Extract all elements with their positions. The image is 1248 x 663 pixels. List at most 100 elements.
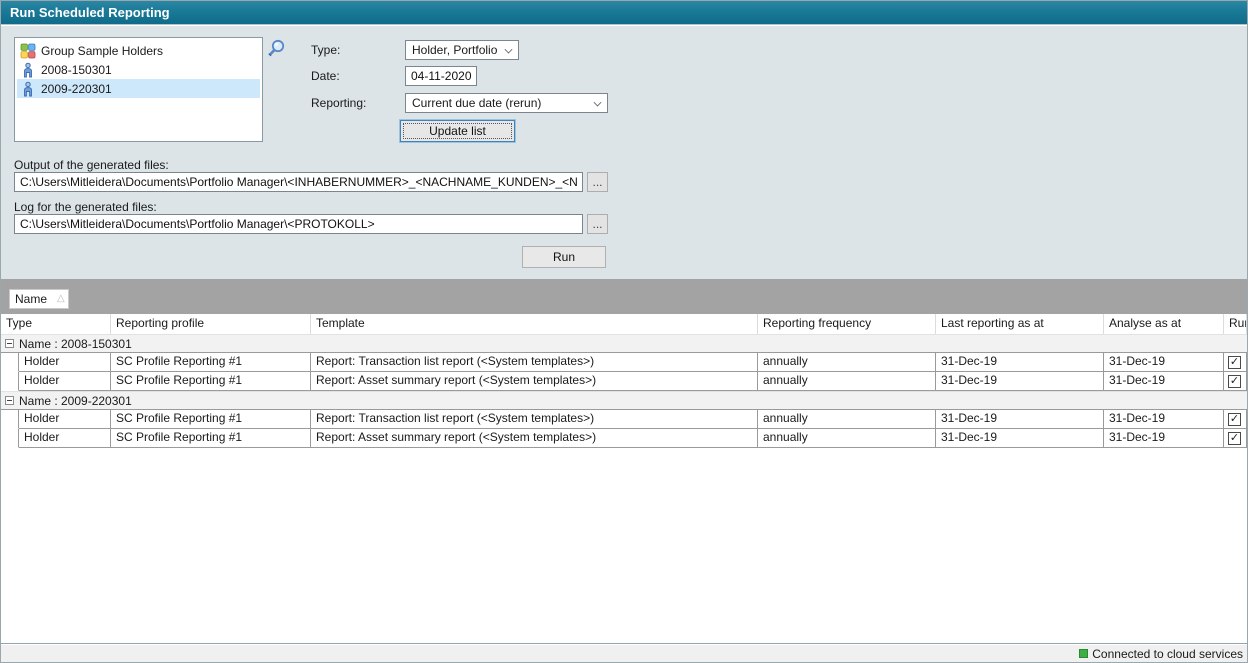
cell-reporting-profile: SC Profile Reporting #1 bbox=[111, 429, 311, 448]
column-header-run-checked[interactable]: Run bbox=[1224, 314, 1247, 334]
group-indent bbox=[1, 429, 19, 448]
column-header-last-reporting-as-at[interactable]: Last reporting as at bbox=[936, 314, 1104, 334]
cell-reporting-frequency: annually bbox=[758, 353, 936, 372]
update-list-button[interactable]: Update list bbox=[400, 120, 515, 142]
output-files-label: Output of the generated files: bbox=[14, 158, 169, 172]
chevron-down-icon bbox=[504, 46, 512, 54]
log-browse-button[interactable]: ... bbox=[587, 214, 608, 234]
cell-reporting-profile: SC Profile Reporting #1 bbox=[111, 410, 311, 429]
group-indent bbox=[1, 353, 19, 372]
reporting-label: Reporting: bbox=[311, 93, 366, 113]
table-row: HolderSC Profile Reporting #1Report: Ass… bbox=[1, 429, 1247, 448]
run-checkbox[interactable]: ✓ bbox=[1228, 432, 1241, 445]
cell-reporting-frequency: annually bbox=[758, 429, 936, 448]
type-select[interactable]: Holder, Portfolio bbox=[405, 40, 519, 60]
group-icon bbox=[20, 43, 36, 59]
person-icon bbox=[20, 81, 36, 97]
cell-last-reporting-as-at: 31-Dec-19 bbox=[936, 429, 1104, 448]
log-files-label: Log for the generated files: bbox=[14, 200, 157, 214]
cell-last-reporting-as-at: 31-Dec-19 bbox=[936, 372, 1104, 391]
type-select-value: Holder, Portfolio bbox=[412, 43, 500, 57]
status-text: Connected to cloud services bbox=[1092, 647, 1243, 661]
group-row[interactable]: Name : 2009-220301 bbox=[1, 391, 1247, 410]
run-checkbox[interactable]: ✓ bbox=[1228, 375, 1241, 388]
column-header-template[interactable]: Template bbox=[311, 314, 758, 334]
cell-template: Report: Asset summary report (<System te… bbox=[311, 372, 758, 391]
parameters-panel: Group Sample Holders 2008-150301 2009-2203… bbox=[1, 26, 1247, 279]
cell-reporting-profile: SC Profile Reporting #1 bbox=[111, 353, 311, 372]
output-browse-button[interactable]: ... bbox=[587, 172, 608, 192]
title-bar: Run Scheduled Reporting bbox=[1, 1, 1247, 25]
person-icon bbox=[20, 62, 36, 78]
table-row: HolderSC Profile Reporting #1Report: Ass… bbox=[1, 372, 1247, 391]
table-header-row: TypeReporting profileTemplateReporting f… bbox=[1, 314, 1247, 334]
output-path-input[interactable] bbox=[14, 172, 583, 192]
sort-ascending-icon: △ bbox=[57, 294, 65, 304]
schedule-table: TypeReporting profileTemplateReporting f… bbox=[1, 314, 1247, 644]
run-checkbox[interactable]: ✓ bbox=[1228, 356, 1241, 369]
cell-analyse-as-at: 31-Dec-19 bbox=[1104, 429, 1224, 448]
group-indent bbox=[1, 410, 19, 429]
group-row-label: Name : 2008-150301 bbox=[19, 337, 132, 351]
status-bar: Connected to cloud services bbox=[1, 645, 1247, 662]
holder-tree-list[interactable]: Group Sample Holders 2008-150301 2009-2203… bbox=[14, 37, 263, 142]
table-row: HolderSC Profile Reporting #1Report: Tra… bbox=[1, 353, 1247, 372]
cell-last-reporting-as-at: 31-Dec-19 bbox=[936, 410, 1104, 429]
cell-template: Report: Asset summary report (<System te… bbox=[311, 429, 758, 448]
column-header-analyse-as-at[interactable]: Analyse as at bbox=[1104, 314, 1224, 334]
date-label: Date: bbox=[311, 66, 340, 86]
cell-analyse-as-at: 31-Dec-19 bbox=[1104, 353, 1224, 372]
tree-item-label: 2009-220301 bbox=[41, 82, 112, 96]
cell-run-checked: ✓ bbox=[1224, 429, 1247, 448]
cell-run-checked: ✓ bbox=[1224, 353, 1247, 372]
column-header-type[interactable]: Type bbox=[1, 314, 111, 334]
chevron-down-icon bbox=[593, 99, 601, 107]
cell-run-checked: ✓ bbox=[1224, 372, 1247, 391]
cell-template: Report: Transaction list report (<System… bbox=[311, 410, 758, 429]
collapse-icon[interactable] bbox=[5, 339, 14, 348]
cell-analyse-as-at: 31-Dec-19 bbox=[1104, 372, 1224, 391]
log-path-input[interactable] bbox=[14, 214, 583, 234]
group-chip-label: Name bbox=[15, 292, 47, 306]
group-row-label: Name : 2009-220301 bbox=[19, 394, 132, 408]
group-icon bbox=[20, 43, 36, 59]
tree-item[interactable]: Group Sample Holders bbox=[17, 41, 260, 60]
date-input[interactable] bbox=[405, 66, 477, 86]
window-title: Run Scheduled Reporting bbox=[10, 5, 170, 20]
cell-type: Holder bbox=[19, 429, 111, 448]
tree-item-label: 2008-150301 bbox=[41, 63, 112, 77]
reporting-select-value: Current due date (rerun) bbox=[412, 96, 589, 110]
cell-reporting-profile: SC Profile Reporting #1 bbox=[111, 372, 311, 391]
cell-analyse-as-at: 31-Dec-19 bbox=[1104, 410, 1224, 429]
cell-run-checked: ✓ bbox=[1224, 410, 1247, 429]
column-header-reporting-profile[interactable]: Reporting profile bbox=[111, 314, 311, 334]
cloud-status-icon bbox=[1079, 649, 1088, 658]
column-header-reporting-frequency[interactable]: Reporting frequency bbox=[758, 314, 936, 334]
run-scheduled-reporting-window: Run Scheduled Reporting Group Sample Hol… bbox=[0, 0, 1248, 663]
reporting-select[interactable]: Current due date (rerun) bbox=[405, 93, 608, 113]
table-body: Name : 2008-150301HolderSC Profile Repor… bbox=[1, 334, 1247, 448]
collapse-icon[interactable] bbox=[5, 396, 14, 405]
group-chip-name[interactable]: Name △ bbox=[9, 289, 69, 309]
cell-last-reporting-as-at: 31-Dec-19 bbox=[936, 353, 1104, 372]
cell-type: Holder bbox=[19, 372, 111, 391]
tree-item[interactable]: 2008-150301 bbox=[17, 60, 260, 79]
person-icon bbox=[20, 62, 36, 78]
group-by-bar: Name △ bbox=[1, 279, 1247, 314]
cell-reporting-frequency: annually bbox=[758, 372, 936, 391]
search-button[interactable] bbox=[265, 37, 289, 61]
cell-template: Report: Transaction list report (<System… bbox=[311, 353, 758, 372]
search-icon bbox=[265, 37, 289, 61]
tree-item-label: Group Sample Holders bbox=[41, 44, 163, 58]
run-button[interactable]: Run bbox=[522, 246, 606, 268]
person-icon bbox=[20, 81, 36, 97]
cell-type: Holder bbox=[19, 410, 111, 429]
type-label: Type: bbox=[311, 40, 340, 60]
cell-reporting-frequency: annually bbox=[758, 410, 936, 429]
group-indent bbox=[1, 372, 19, 391]
tree-item[interactable]: 2009-220301 bbox=[17, 79, 260, 98]
cell-type: Holder bbox=[19, 353, 111, 372]
group-row[interactable]: Name : 2008-150301 bbox=[1, 334, 1247, 353]
table-row: HolderSC Profile Reporting #1Report: Tra… bbox=[1, 410, 1247, 429]
run-checkbox[interactable]: ✓ bbox=[1228, 413, 1241, 426]
